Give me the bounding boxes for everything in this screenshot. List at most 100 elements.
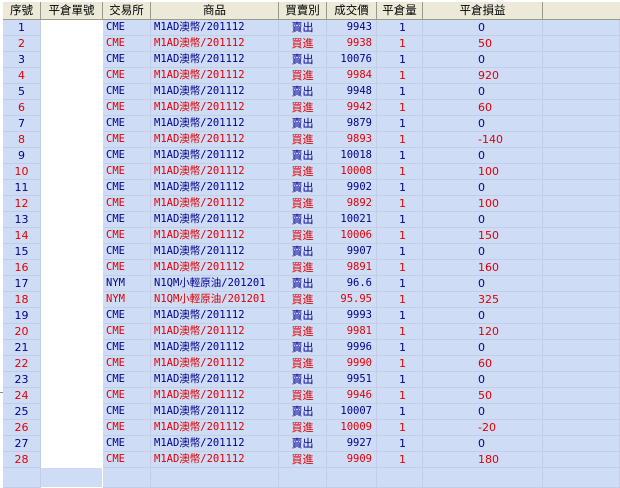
cell-filler bbox=[543, 420, 620, 436]
table-row[interactable]: 5 CME M1AD澳幣/201112 賣出 9948 1 0 bbox=[3, 84, 620, 100]
header-close-qty[interactable]: 平倉量 bbox=[377, 2, 423, 20]
cell-price: 9981 bbox=[327, 324, 377, 340]
cell-pnl: -140 bbox=[423, 132, 543, 148]
close-position-grid[interactable]: 序號 平倉單號 交易所 商品 買賣別 成交價 平倉量 平倉損益 1 CME M1AD… bbox=[3, 2, 620, 488]
header-seq[interactable]: 序號 bbox=[3, 2, 41, 20]
cell-close-order bbox=[41, 244, 103, 260]
table-row[interactable]: 28 CME M1AD澳幣/201112 買進 9909 1 180 bbox=[3, 452, 620, 468]
cell-pnl: 920 bbox=[423, 68, 543, 84]
table-row[interactable]: 19 CME M1AD澳幣/201112 賣出 9993 1 0 bbox=[3, 308, 620, 324]
cell-pnl: 0 bbox=[423, 20, 543, 36]
cell-price: 9946 bbox=[327, 388, 377, 404]
cell-filler bbox=[543, 228, 620, 244]
cell-seq: 11 bbox=[3, 180, 41, 196]
cell-pnl: 0 bbox=[423, 340, 543, 356]
cell-close-order bbox=[41, 132, 103, 148]
cell-product: M1AD澳幣/201112 bbox=[151, 20, 279, 36]
cell-product: N1QM小輕原油/201201 bbox=[151, 276, 279, 292]
cell-seq: 17 bbox=[3, 276, 41, 292]
cell-close-order bbox=[41, 340, 103, 356]
cell-close-qty: 1 bbox=[377, 20, 423, 36]
cell-product: M1AD澳幣/201112 bbox=[151, 404, 279, 420]
cell-price: 9893 bbox=[327, 132, 377, 148]
cell-seq: 15 bbox=[3, 244, 41, 260]
table-row[interactable]: 12 CME M1AD澳幣/201112 買進 9892 1 100 bbox=[3, 196, 620, 212]
cell-close-qty: 1 bbox=[377, 276, 423, 292]
cell-close-order bbox=[41, 324, 103, 340]
cell-exchange: CME bbox=[103, 116, 151, 132]
cell-seq: 20 bbox=[3, 324, 41, 340]
cell-price: 9942 bbox=[327, 100, 377, 116]
header-close-order[interactable]: 平倉單號 bbox=[41, 2, 103, 20]
cell-pnl: -20 bbox=[423, 420, 543, 436]
cell-close-qty: 1 bbox=[377, 372, 423, 388]
cell-price: 10076 bbox=[327, 52, 377, 68]
header-side[interactable]: 買賣別 bbox=[279, 2, 327, 20]
table-row[interactable]: 17 NYM N1QM小輕原油/201201 賣出 96.6 1 0 bbox=[3, 276, 620, 292]
cell-pnl: 0 bbox=[423, 212, 543, 228]
table-row[interactable]: 4 CME M1AD澳幣/201112 買進 9984 1 920 bbox=[3, 68, 620, 84]
table-row[interactable]: 8 CME M1AD澳幣/201112 買進 9893 1 -140 bbox=[3, 132, 620, 148]
cell-close-qty: 1 bbox=[377, 228, 423, 244]
cell-close-order bbox=[41, 100, 103, 116]
cell-close-qty: 1 bbox=[377, 324, 423, 340]
table-row[interactable]: 7 CME M1AD澳幣/201112 賣出 9879 1 0 bbox=[3, 116, 620, 132]
table-row[interactable]: 15 CME M1AD澳幣/201112 賣出 9907 1 0 bbox=[3, 244, 620, 260]
table-row[interactable]: 25 CME M1AD澳幣/201112 賣出 10007 1 0 bbox=[3, 404, 620, 420]
cell-product: M1AD澳幣/201112 bbox=[151, 36, 279, 52]
table-row[interactable]: 3 CME M1AD澳幣/201112 賣出 10076 1 0 bbox=[3, 52, 620, 68]
grid-empty-area bbox=[3, 468, 620, 488]
cell-filler bbox=[543, 100, 620, 116]
table-row[interactable]: 13 CME M1AD澳幣/201112 賣出 10021 1 0 bbox=[3, 212, 620, 228]
table-row[interactable]: 9 CME M1AD澳幣/201112 賣出 10018 1 0 bbox=[3, 148, 620, 164]
cell-close-order bbox=[41, 148, 103, 164]
cell-exchange: CME bbox=[103, 228, 151, 244]
cell-product: M1AD澳幣/201112 bbox=[151, 436, 279, 452]
cell-seq: 7 bbox=[3, 116, 41, 132]
cell-close-qty: 1 bbox=[377, 148, 423, 164]
cell-product: M1AD澳幣/201112 bbox=[151, 324, 279, 340]
cell-product: M1AD澳幣/201112 bbox=[151, 244, 279, 260]
table-row[interactable]: 20 CME M1AD澳幣/201112 買進 9981 1 120 bbox=[3, 324, 620, 340]
header-pnl[interactable]: 平倉損益 bbox=[423, 2, 543, 20]
table-row[interactable]: 14 CME M1AD澳幣/201112 買進 10006 1 150 bbox=[3, 228, 620, 244]
table-row[interactable]: 16 CME M1AD澳幣/201112 買進 9891 1 160 bbox=[3, 260, 620, 276]
header-product[interactable]: 商品 bbox=[151, 2, 279, 20]
cell-side: 買進 bbox=[279, 420, 327, 436]
cell-filler bbox=[543, 212, 620, 228]
cell-filler bbox=[543, 436, 620, 452]
cell-close-qty: 1 bbox=[377, 388, 423, 404]
cell-close-qty: 1 bbox=[377, 404, 423, 420]
cell-exchange: CME bbox=[103, 388, 151, 404]
cell-exchange: CME bbox=[103, 100, 151, 116]
table-row[interactable]: 6 CME M1AD澳幣/201112 買進 9942 1 60 bbox=[3, 100, 620, 116]
table-row[interactable]: 2 CME M1AD澳幣/201112 買進 9938 1 50 bbox=[3, 36, 620, 52]
cell-close-order bbox=[41, 20, 103, 36]
table-row[interactable]: 21 CME M1AD澳幣/201112 賣出 9996 1 0 bbox=[3, 340, 620, 356]
cell-side: 賣出 bbox=[279, 116, 327, 132]
empty-cell bbox=[327, 468, 377, 488]
cell-product: M1AD澳幣/201112 bbox=[151, 196, 279, 212]
table-row[interactable]: 23 CME M1AD澳幣/201112 賣出 9951 1 0 bbox=[3, 372, 620, 388]
table-row[interactable]: 1 CME M1AD澳幣/201112 賣出 9943 1 0 bbox=[3, 20, 620, 36]
cell-filler bbox=[543, 356, 620, 372]
table-row[interactable]: 11 CME M1AD澳幣/201112 賣出 9902 1 0 bbox=[3, 180, 620, 196]
cell-close-qty: 1 bbox=[377, 132, 423, 148]
cell-product: M1AD澳幣/201112 bbox=[151, 388, 279, 404]
header-exchange[interactable]: 交易所 bbox=[103, 2, 151, 20]
header-price[interactable]: 成交價 bbox=[327, 2, 377, 20]
cell-price: 9996 bbox=[327, 340, 377, 356]
cell-seq: 10 bbox=[3, 164, 41, 180]
cell-pnl: 50 bbox=[423, 388, 543, 404]
table-row[interactable]: 22 CME M1AD澳幣/201112 買進 9990 1 60 bbox=[3, 356, 620, 372]
table-row[interactable]: 10 CME M1AD澳幣/201112 買進 10008 1 100 bbox=[3, 164, 620, 180]
cell-side: 買進 bbox=[279, 196, 327, 212]
cell-close-order bbox=[41, 452, 103, 468]
table-row[interactable]: 18 NYM N1QM小輕原油/201201 買進 95.95 1 325 bbox=[3, 292, 620, 308]
cell-filler bbox=[543, 20, 620, 36]
table-row[interactable]: 26 CME M1AD澳幣/201112 買進 10009 1 -20 bbox=[3, 420, 620, 436]
cell-seq: 14 bbox=[3, 228, 41, 244]
table-row[interactable]: 24 CME M1AD澳幣/201112 買進 9946 1 50 bbox=[3, 388, 620, 404]
cell-seq: 23 bbox=[3, 372, 41, 388]
table-row[interactable]: 27 CME M1AD澳幣/201112 賣出 9927 1 0 bbox=[3, 436, 620, 452]
